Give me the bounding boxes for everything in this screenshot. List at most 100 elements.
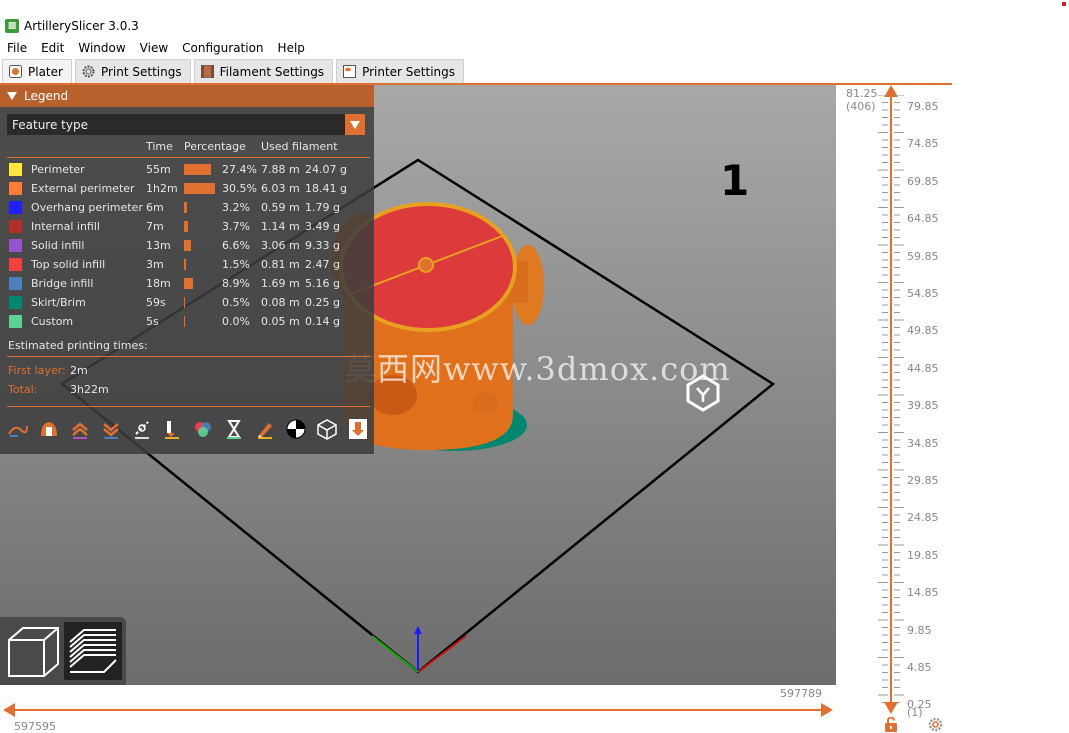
feature-percent-bar	[184, 297, 185, 308]
window-margin	[952, 0, 1069, 733]
bottom-slider-thumb-icon[interactable]	[884, 702, 898, 714]
horizontal-slider-track[interactable]	[8, 709, 828, 711]
feature-color-swatch	[9, 258, 22, 271]
color-changes-toggle[interactable]	[191, 417, 215, 441]
lock-icon[interactable]	[884, 717, 898, 732]
legend-divider	[7, 157, 370, 158]
tool-changes-toggle[interactable]	[160, 417, 184, 441]
legend-row[interactable]: External perimeter 1h2m 30.5% 6.03 m 18.41 g	[0, 179, 374, 198]
wipe-toggle[interactable]	[37, 417, 61, 441]
column-percentage: Percentage	[184, 140, 246, 153]
option-toolbar	[6, 417, 377, 443]
tab-printer-settings-label: Printer Settings	[362, 64, 456, 79]
tab-print-settings-label: Print Settings	[100, 64, 182, 79]
toolbar-divider	[7, 406, 370, 407]
feature-color-swatch	[9, 182, 22, 195]
layer-tick-label: 14.85	[907, 586, 939, 600]
layer-tick-label: 4.85	[907, 661, 932, 674]
view-type-select[interactable]: Feature type	[7, 114, 365, 135]
layer-tick-label: 9.85	[907, 623, 932, 637]
right-slider-thumb-icon[interactable]	[821, 703, 833, 717]
feature-percent: 27.4%	[222, 163, 257, 176]
legend-header[interactable]: Legend	[0, 85, 374, 107]
tab-print-settings[interactable]: Print Settings	[74, 59, 191, 83]
deretractions-toggle[interactable]	[99, 417, 123, 441]
feature-weight: 5.16 g	[305, 277, 340, 290]
feature-length: 6.03 m	[261, 182, 300, 195]
settings-cog-icon[interactable]	[928, 717, 943, 732]
layer-tick-label: 59.85	[907, 249, 939, 263]
legend-row[interactable]: Perimeter 55m 27.4% 7.88 m 24.07 g	[0, 160, 374, 179]
legend-title: Legend	[24, 89, 69, 103]
3d-view-button[interactable]	[6, 624, 61, 679]
tab-plater[interactable]: Plater	[2, 59, 72, 83]
legend-row[interactable]: Custom 5s 0.0% 0.05 m 0.14 g	[0, 312, 374, 331]
legend-row[interactable]: Solid infill 13m 6.6% 3.06 m 9.33 g	[0, 236, 374, 255]
seams-toggle[interactable]	[130, 417, 154, 441]
feature-name: Internal infill	[31, 220, 100, 233]
view-type-value: Feature type	[12, 117, 88, 132]
hourglass-icon	[227, 420, 242, 439]
menu-view[interactable]: View	[133, 41, 175, 55]
feature-time: 55m	[146, 163, 171, 176]
retractions-toggle[interactable]	[68, 417, 92, 441]
total-label: Total:	[8, 383, 38, 396]
estimated-times-label: Estimated printing times:	[8, 339, 148, 352]
feature-weight: 2.47 g	[305, 258, 340, 271]
estimate-divider	[7, 356, 370, 357]
feature-name: Perimeter	[31, 163, 85, 176]
shells-toggle[interactable]	[284, 417, 308, 441]
feature-time: 7m	[146, 220, 164, 233]
legend-row[interactable]: Internal infill 7m 3.7% 1.14 m 3.49 g	[0, 217, 374, 236]
feature-time: 6m	[146, 201, 164, 214]
feature-weight: 1.79 g	[305, 201, 340, 214]
title-bar: ▩ ArtillerySlicer 3.0.3	[0, 15, 952, 37]
layer-tick-label: 49.85	[907, 324, 939, 338]
feature-percent: 0.5%	[222, 296, 250, 309]
wipe-icon	[40, 422, 57, 436]
first-layer-label: First layer:	[8, 364, 66, 377]
tab-filament-settings[interactable]: Filament Settings	[193, 59, 334, 83]
top-layer-readout: 81.25 (406)	[846, 87, 878, 113]
feature-length: 0.08 m	[261, 296, 300, 309]
vertical-layer-slider[interactable]: 81.25 (406) 79.85 74.85 69.85 64.85 59.85 54.…	[836, 85, 952, 733]
horizontal-min-value: 597595	[14, 720, 56, 733]
plater-icon	[9, 65, 22, 78]
preview-layers-button[interactable]	[64, 622, 122, 680]
legend-row[interactable]: Bridge infill 18m 8.9% 1.69 m 5.16 g	[0, 274, 374, 293]
menu-edit[interactable]: Edit	[34, 41, 71, 55]
layer-tick-label: 29.85	[907, 474, 939, 487]
feature-name: Solid infill	[31, 239, 85, 252]
left-slider-thumb-icon[interactable]	[3, 703, 15, 717]
menu-configuration[interactable]: Configuration	[175, 41, 270, 55]
tool-marker-toggle[interactable]	[346, 417, 370, 441]
legend-row[interactable]: Top solid infill 3m 1.5% 0.81 m 2.47 g	[0, 255, 374, 274]
feature-percent: 3.2%	[222, 201, 250, 214]
menu-file[interactable]: File	[0, 41, 34, 55]
menu-help[interactable]: Help	[271, 41, 312, 55]
layer-tick-label: 64.85	[907, 212, 939, 226]
feature-percent-bar	[184, 259, 186, 270]
legend-row[interactable]: Overhang perimeter 6m 3.2% 0.59 m 1.79 g	[0, 198, 374, 217]
custom-gcodes-toggle[interactable]	[253, 417, 277, 441]
layer-tick-label: 19.85	[907, 548, 939, 562]
feature-percent: 0.0%	[222, 315, 250, 328]
column-used-filament: Used filament	[261, 140, 338, 153]
horizontal-move-slider[interactable]: 597789 597595	[0, 685, 836, 733]
feature-color-swatch	[9, 296, 22, 309]
bounding-box-toggle[interactable]	[315, 417, 339, 441]
pause-prints-toggle[interactable]	[222, 417, 246, 441]
dropdown-arrow-icon[interactable]	[345, 114, 365, 135]
travel-toggle[interactable]	[6, 417, 30, 441]
tab-plater-label: Plater	[28, 64, 63, 79]
tab-printer-settings[interactable]: Printer Settings	[336, 59, 465, 83]
menu-window[interactable]: Window	[71, 41, 132, 55]
feature-weight: 24.07 g	[305, 163, 347, 176]
feature-color-swatch	[9, 277, 22, 290]
legend-row[interactable]: Skirt/Brim 59s 0.5% 0.08 m 0.25 g	[0, 293, 374, 312]
layer-tick-label: 39.85	[907, 399, 939, 413]
feature-time: 59s	[146, 296, 166, 309]
feature-color-swatch	[9, 163, 22, 176]
layer-tick-label: 44.85	[907, 361, 939, 375]
feature-weight: 0.14 g	[305, 315, 340, 328]
